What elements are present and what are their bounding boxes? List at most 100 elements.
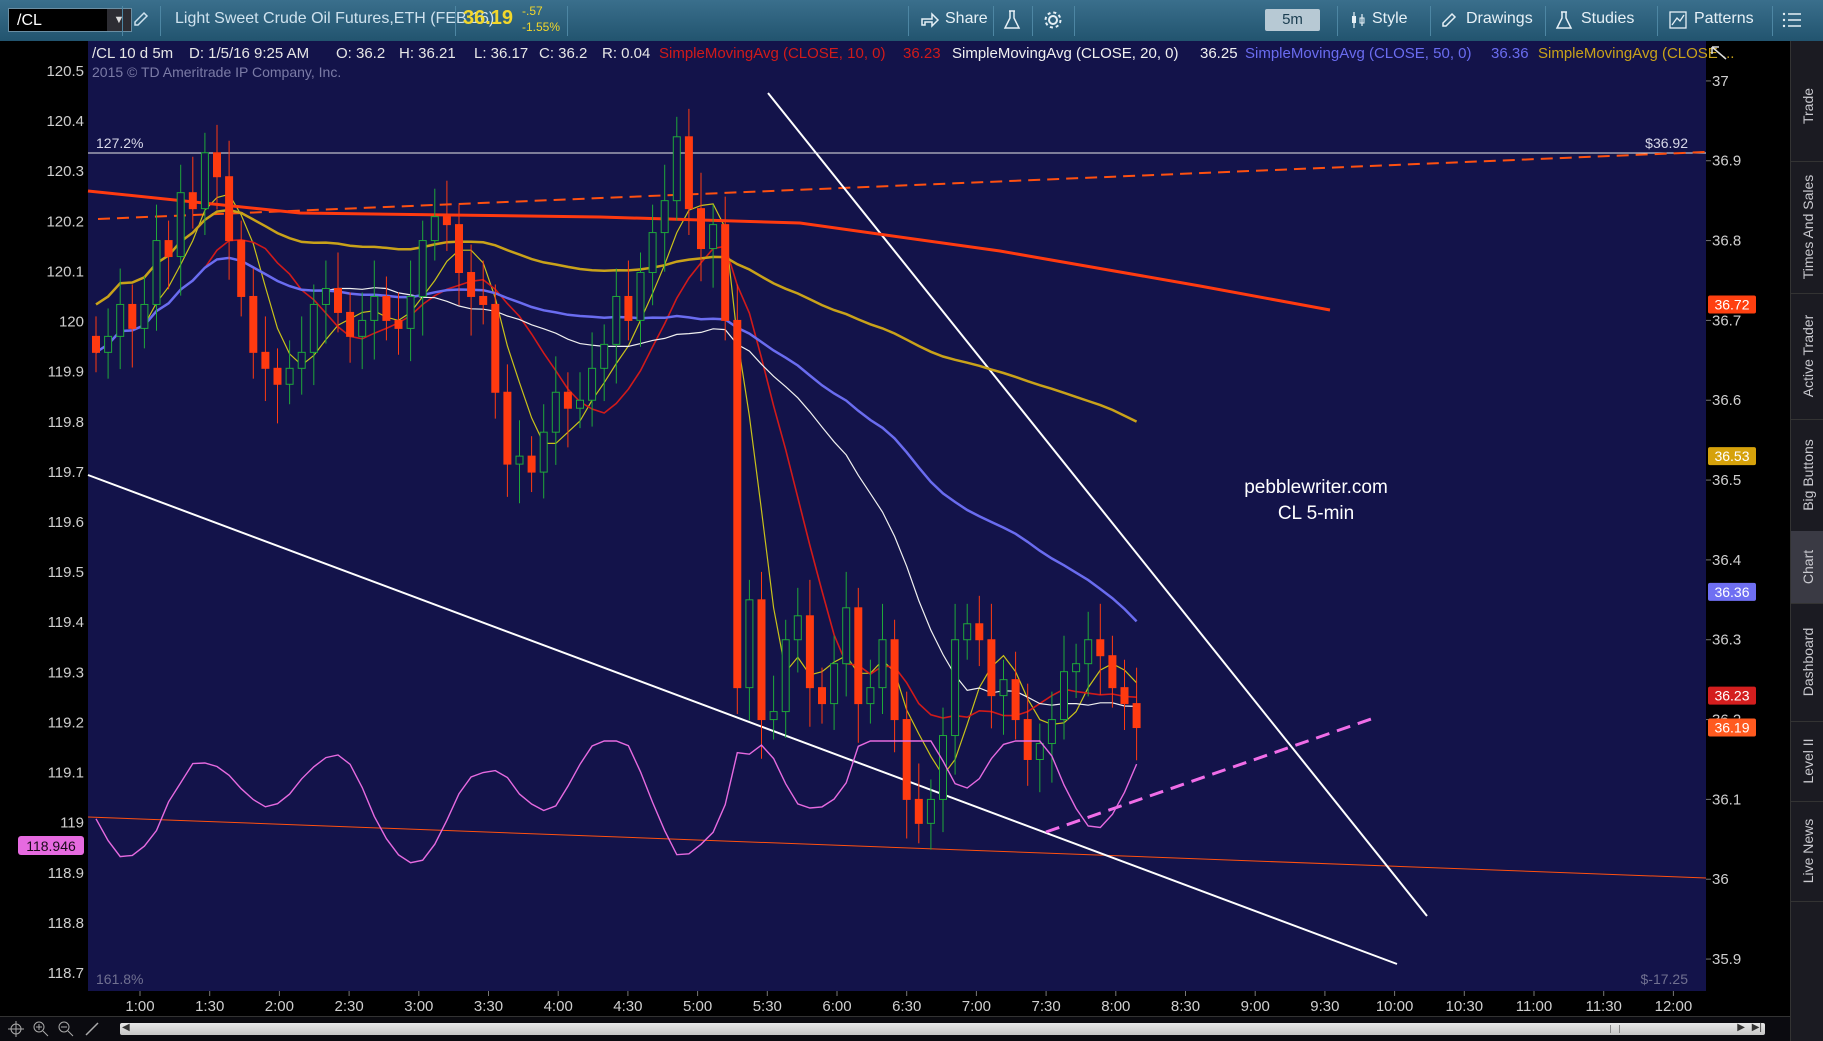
sma10-value: 36.23 — [903, 45, 941, 62]
sma200-label: SimpleMovingAvg (CLOSE ... — [1538, 45, 1734, 62]
right-tick-label: 36.3 — [1712, 632, 1741, 649]
candle-body — [866, 687, 875, 705]
tab-level-ii[interactable]: Level II — [1791, 721, 1823, 802]
scroll-thumb[interactable] — [1610, 1025, 1620, 1033]
tab-big-buttons[interactable]: Big Buttons — [1791, 419, 1823, 532]
studies-button[interactable]: Studies — [1553, 0, 1643, 40]
candle-body — [370, 295, 379, 321]
candle-body — [164, 240, 173, 258]
scroll-end-icon[interactable]: ▶| — [1752, 1022, 1762, 1033]
candle-body — [842, 607, 851, 665]
patterns-button[interactable]: Patterns — [1667, 0, 1767, 40]
time-tick-label: 3:00 — [404, 998, 433, 1015]
share-button[interactable]: Share — [918, 0, 988, 40]
left-tick-label: 119.6 — [48, 514, 84, 531]
candle-body — [939, 735, 947, 800]
tab-live-news[interactable]: Live News — [1791, 801, 1823, 902]
left-tick-label: 118.7 — [48, 965, 84, 982]
chart-area[interactable]: 120.5 120.4 120.3 120.2 120.1 120 119.9 119.8 11… — [0, 41, 1790, 1016]
crosshair-icon[interactable] — [8, 1021, 24, 1037]
gear-icon[interactable] — [1043, 10, 1063, 30]
tab-dashboard-label: Dashboard — [1799, 627, 1816, 697]
share-icon — [921, 12, 940, 28]
divider — [455, 6, 456, 36]
left-tick-label: 119 — [60, 815, 84, 832]
scroll-right-icon[interactable]: ▶ — [1737, 1022, 1745, 1033]
candle-body — [128, 303, 137, 329]
tab-dashboard[interactable]: Dashboard — [1791, 603, 1823, 722]
candle-body — [1011, 679, 1020, 721]
right-tick-label: 35.9 — [1712, 951, 1741, 968]
candle-body — [503, 391, 512, 465]
divider — [1074, 6, 1075, 36]
divider — [160, 6, 161, 36]
divider — [1772, 6, 1773, 36]
candle-body — [1096, 639, 1105, 657]
price-markers: 36.72 36.53 36.36 36.23 36.19 — [1708, 295, 1756, 737]
left-tick-label: 119.4 — [48, 614, 84, 631]
style-label: Style — [1372, 10, 1408, 27]
candle-body — [394, 319, 403, 329]
zoom-out-icon[interactable] — [58, 1021, 74, 1037]
plot-background — [88, 41, 1706, 991]
candle-body — [321, 287, 330, 305]
patterns-icon — [1669, 11, 1687, 29]
candle-body — [1072, 663, 1081, 673]
candle-body — [309, 303, 318, 353]
right-tick-label: 36.9 — [1712, 153, 1741, 170]
flask-icon[interactable] — [1002, 9, 1022, 31]
candle-body — [563, 391, 572, 409]
zoom-in-icon[interactable] — [33, 1021, 49, 1037]
candle-body — [515, 455, 524, 465]
scroll-left-icon[interactable]: ◀ — [122, 1022, 130, 1033]
candle-body — [926, 798, 935, 824]
candle-body — [213, 152, 221, 178]
candle-body — [176, 192, 185, 258]
time-tick-label: 10:00 — [1376, 998, 1414, 1015]
symbol-selector[interactable]: /CL ▼ — [8, 8, 132, 32]
bar-open: O: 36.2 — [336, 45, 385, 62]
candle-body — [479, 295, 488, 305]
divider — [908, 6, 909, 36]
candle-body — [624, 295, 633, 321]
candle-body — [648, 232, 657, 274]
drawings-label: Drawings — [1466, 10, 1533, 27]
tab-times-and-sales[interactable]: Times And Sales — [1791, 161, 1823, 294]
candle-body — [987, 639, 996, 697]
candle-body — [406, 295, 415, 329]
tab-active-trader-label: Active Trader — [1799, 314, 1816, 398]
tab-active-trader[interactable]: Active Trader — [1791, 293, 1823, 420]
candle-body — [781, 639, 790, 713]
tab-level-ii-label: Level II — [1799, 738, 1816, 784]
tab-trade[interactable]: Trade — [1791, 51, 1823, 162]
timeframe-selector[interactable]: 5m — [1265, 9, 1320, 31]
candle-body — [902, 719, 911, 800]
candle-body — [963, 623, 972, 641]
left-axis-marker-label: 118.946 — [26, 838, 76, 854]
drawings-button[interactable]: Drawings — [1438, 0, 1538, 40]
candle-body — [878, 639, 887, 689]
time-axis: 1:00 1:30 2:00 2:30 3:00 3:30 4:00 4:30 5:00 5:30… — [125, 991, 1692, 1015]
left-tick-label: 120.3 — [46, 163, 84, 180]
style-button[interactable]: Style — [1348, 0, 1428, 40]
fib-level-bottom-left: 161.8% — [96, 971, 143, 987]
fib-level-top-right: $36.92 — [1645, 135, 1688, 151]
watermark-line-1: pebblewriter.com — [1244, 477, 1388, 498]
candle-body — [152, 240, 161, 305]
bar-range: R: 0.04 — [602, 45, 650, 62]
price-chart[interactable]: 120.5 120.4 120.3 120.2 120.1 120 119.9 119.8 11… — [0, 41, 1790, 1016]
menu-icon[interactable] — [1782, 12, 1802, 28]
candle-body — [188, 192, 197, 210]
candle-body — [334, 287, 342, 313]
pencil-icon[interactable] — [132, 10, 150, 28]
chevron-down-icon[interactable]: ▼ — [107, 9, 131, 31]
tab-chart[interactable]: Chart — [1791, 531, 1823, 604]
time-tick-label: 6:00 — [822, 998, 851, 1015]
chart-scrollbar[interactable]: ◀ ▶ ▶| — [120, 1022, 1765, 1035]
candle-body — [793, 615, 802, 641]
pencil-icon[interactable] — [84, 1021, 100, 1037]
share-label: Share — [945, 10, 988, 27]
right-tick-label: 36.4 — [1712, 552, 1741, 569]
candle-body — [285, 367, 294, 385]
candle-body — [1084, 639, 1093, 665]
